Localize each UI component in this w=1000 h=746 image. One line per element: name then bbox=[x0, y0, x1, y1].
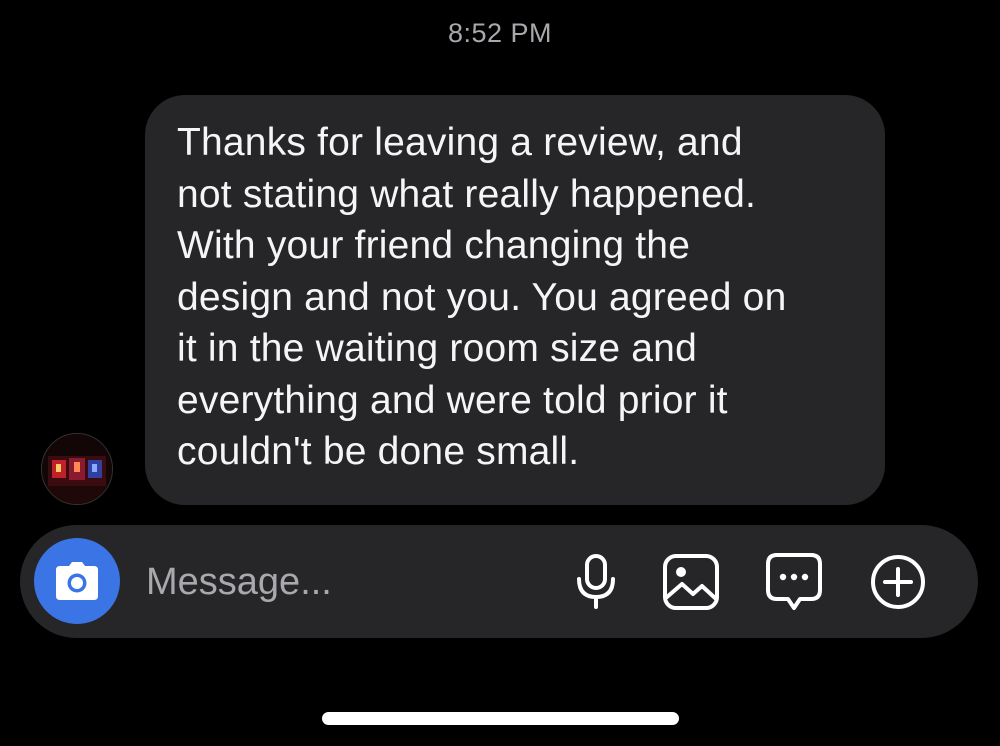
sticker-icon bbox=[766, 553, 822, 610]
sticker-button[interactable] bbox=[765, 553, 823, 611]
message-timestamp: 8:52 PM bbox=[447, 18, 553, 48]
sender-avatar[interactable] bbox=[41, 433, 113, 505]
camera-icon bbox=[56, 562, 98, 600]
gallery-button[interactable] bbox=[662, 553, 720, 611]
message-text: Thanks for leaving a review, and not sta… bbox=[177, 121, 787, 473]
received-message-bubble[interactable]: Thanks for leaving a review, and not sta… bbox=[145, 95, 885, 505]
message-composer bbox=[20, 525, 978, 638]
avatar-photo-icon bbox=[42, 434, 112, 504]
message-input[interactable] bbox=[144, 555, 528, 609]
add-button[interactable] bbox=[869, 553, 927, 611]
camera-button[interactable] bbox=[34, 538, 120, 624]
plus-icon bbox=[871, 555, 925, 609]
home-indicator[interactable] bbox=[322, 712, 679, 725]
gallery-icon bbox=[663, 554, 719, 610]
microphone-icon bbox=[577, 554, 615, 609]
microphone-button[interactable] bbox=[567, 553, 625, 611]
